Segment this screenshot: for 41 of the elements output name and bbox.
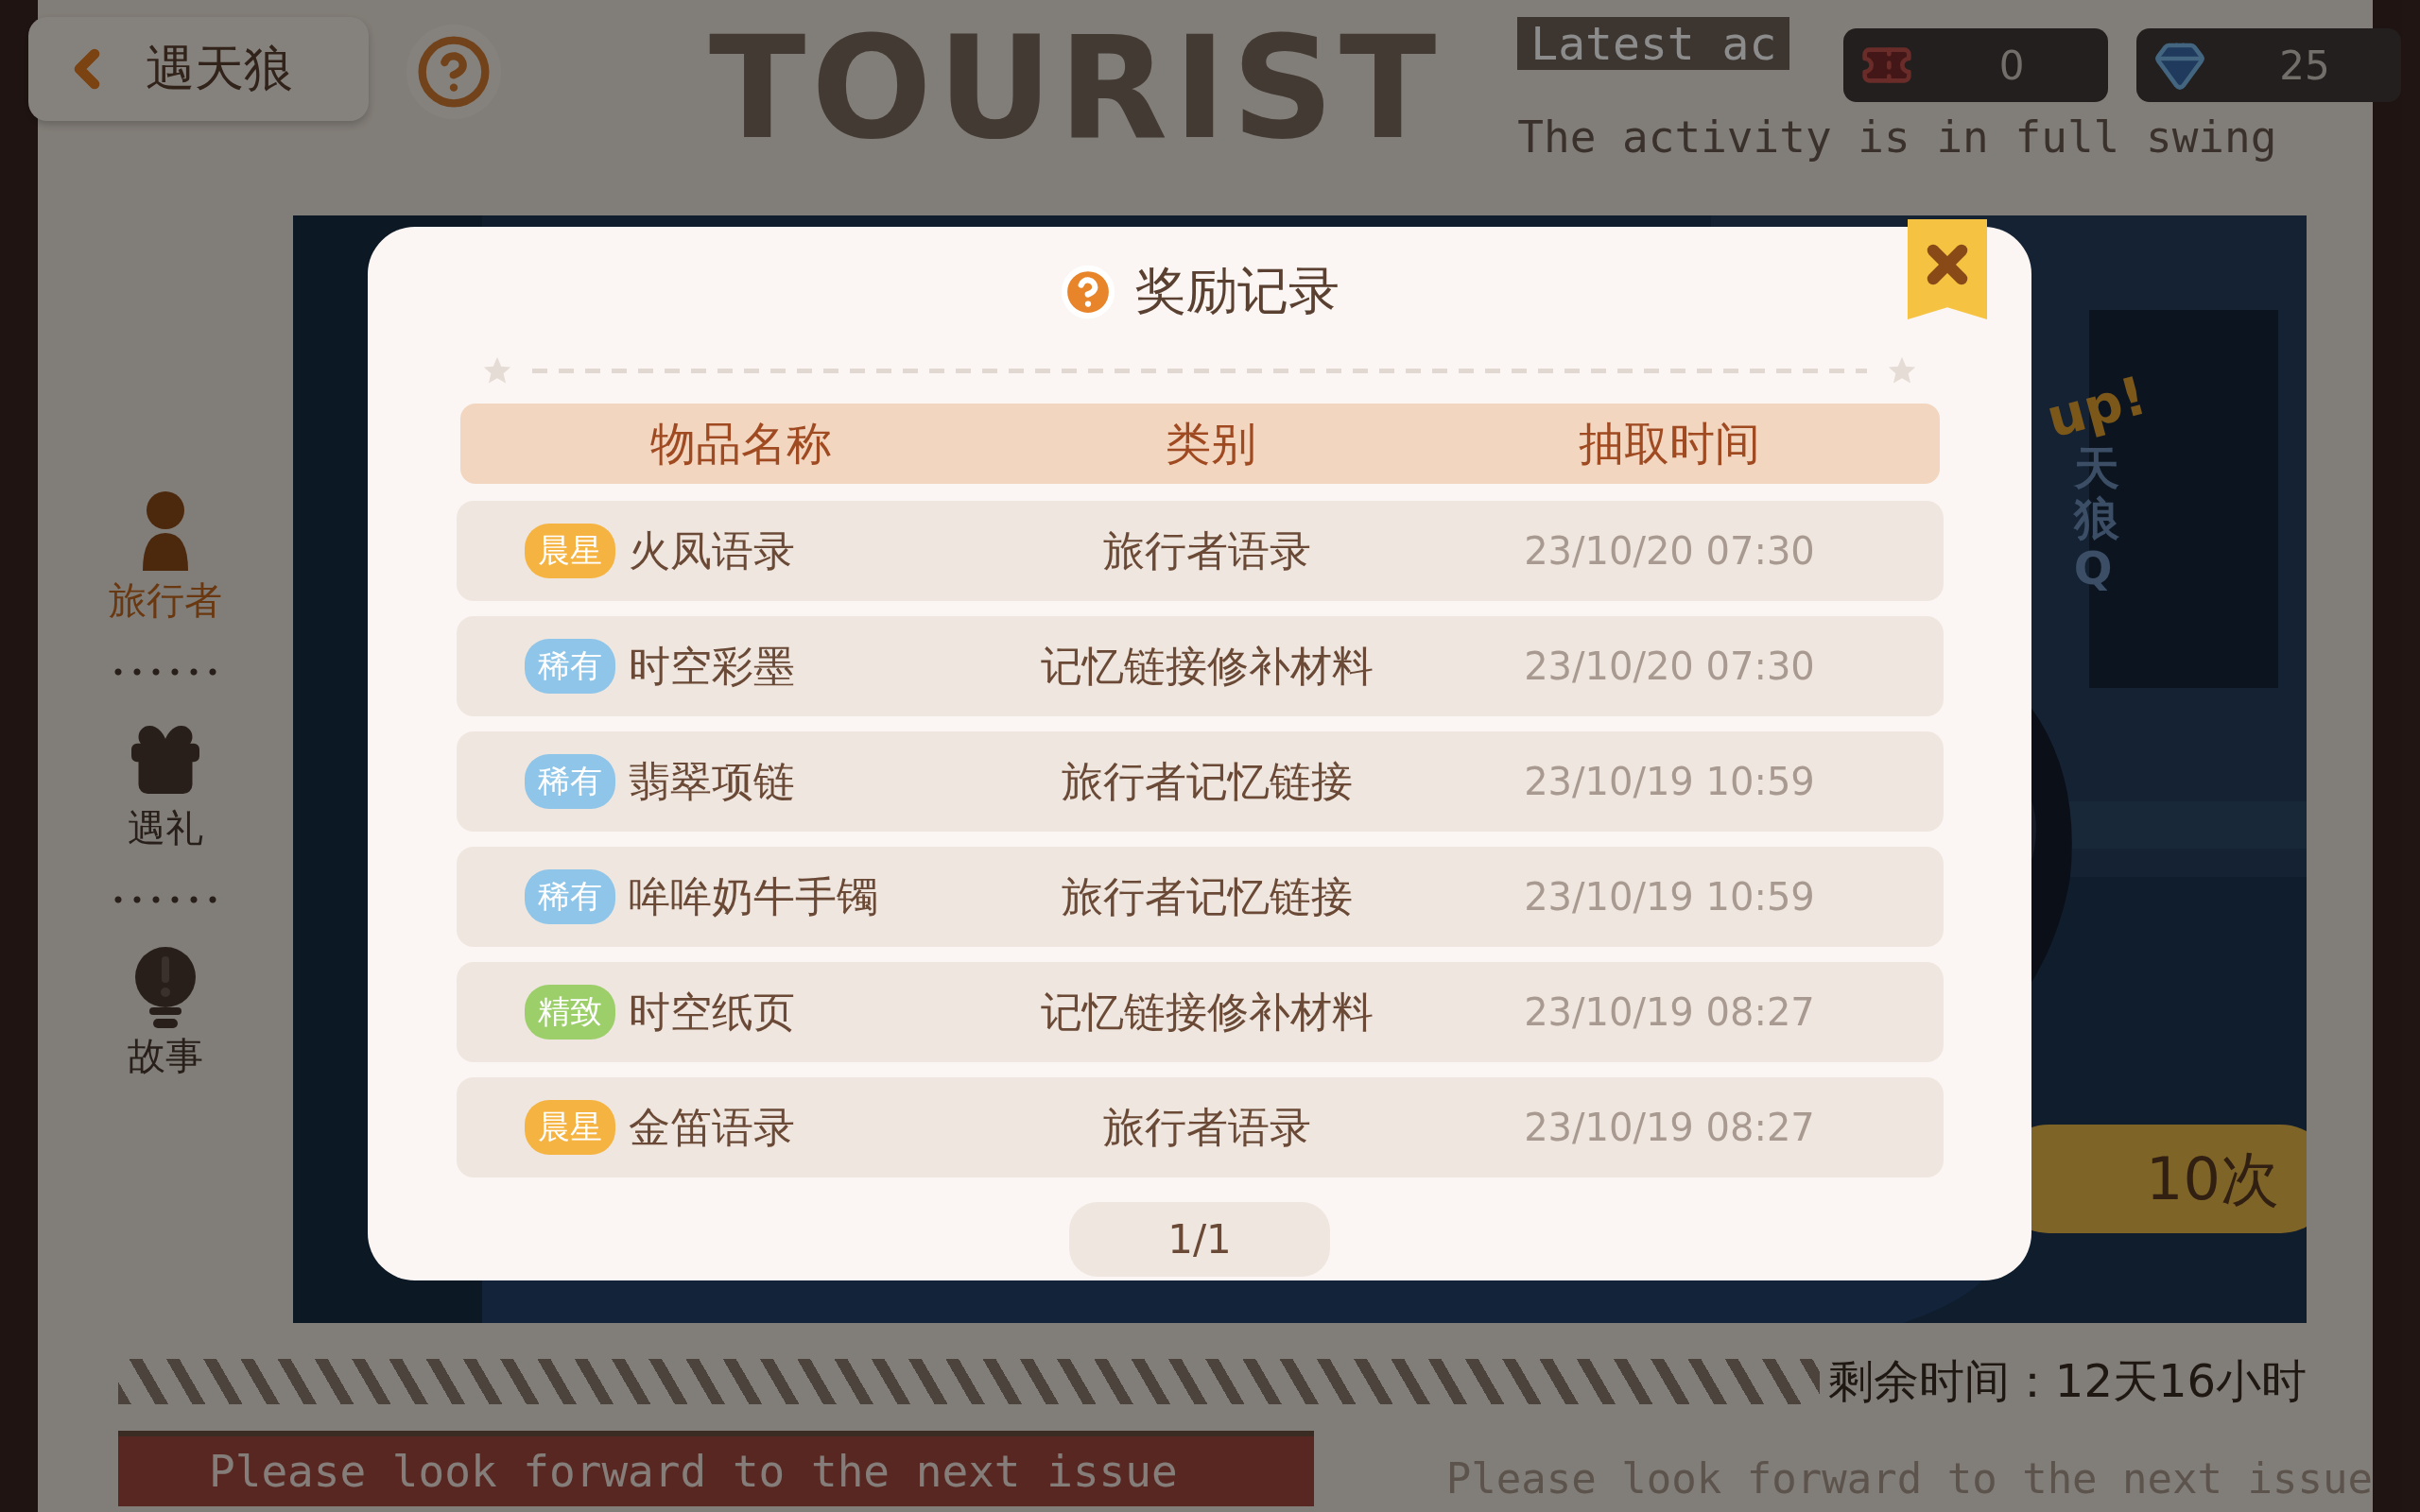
sidebar-item[interactable]: 故事 bbox=[128, 945, 203, 1082]
item-category: 记忆链接修补材料 bbox=[1039, 640, 1374, 692]
rarity-tag: 稀有 bbox=[524, 869, 615, 924]
back-button[interactable]: 遇天狼 bbox=[28, 17, 369, 121]
column-header: 抽取时间 bbox=[1578, 415, 1761, 472]
item-name: 翡翠项链 bbox=[628, 755, 795, 807]
rarity-tag: 稀有 bbox=[524, 639, 615, 694]
item-category: 旅行者语录 bbox=[1101, 524, 1312, 576]
rarity-tag: 稀有 bbox=[524, 754, 615, 809]
sidebar-item[interactable]: 旅行者 bbox=[109, 490, 222, 627]
character-name: 天狼Q bbox=[2073, 443, 2119, 593]
rarity-tag: 精致 bbox=[524, 985, 615, 1040]
item-name: 火凤语录 bbox=[628, 524, 795, 576]
draw-time: 23/10/19 08:27 bbox=[1523, 1106, 1816, 1149]
draw-time: 23/10/19 10:59 bbox=[1523, 760, 1816, 803]
draw-time: 23/10/20 07:30 bbox=[1523, 644, 1816, 688]
item-category: 旅行者语录 bbox=[1101, 1101, 1312, 1153]
item-category: 记忆链接修补材料 bbox=[1039, 986, 1374, 1038]
item-name: 金笛语录 bbox=[628, 1101, 795, 1153]
notice-subtitle: The activity is in full swing bbox=[1517, 112, 2277, 163]
draw-time: 23/10/20 07:30 bbox=[1523, 529, 1816, 573]
item-name: 时空彩墨 bbox=[628, 640, 795, 692]
draw-time: 23/10/19 10:59 bbox=[1523, 875, 1816, 919]
rarity-tag: 晨星 bbox=[524, 1100, 615, 1155]
sidebar-item[interactable]: 遇礼 bbox=[123, 717, 208, 854]
rarity-tag: 晨星 bbox=[524, 524, 615, 578]
notice-heading: Latest ac bbox=[1517, 17, 1790, 70]
remaining-time: 剩余时间：12天16小时 bbox=[1827, 1353, 2307, 1409]
draw-time: 23/10/19 08:27 bbox=[1523, 990, 1816, 1034]
item-category: 旅行者记忆链接 bbox=[1060, 755, 1354, 807]
currency-amount: 25 bbox=[2278, 42, 2331, 89]
page-indicator: 1/1 bbox=[1069, 1202, 1330, 1277]
currency-amount: 0 bbox=[1997, 42, 2026, 89]
item-name: 哞哞奶牛手镯 bbox=[628, 870, 878, 922]
next-issue-banner: Please look forward to the next issue bbox=[118, 1431, 1314, 1506]
item-name: 时空纸页 bbox=[628, 986, 795, 1038]
item-category: 旅行者记忆链接 bbox=[1060, 870, 1354, 922]
column-header: 类别 bbox=[1164, 415, 1257, 472]
page-title: TOURIST bbox=[709, 17, 1443, 159]
column-header: 物品名称 bbox=[648, 415, 833, 472]
dialog-title: 奖励记录 bbox=[1135, 260, 1340, 322]
